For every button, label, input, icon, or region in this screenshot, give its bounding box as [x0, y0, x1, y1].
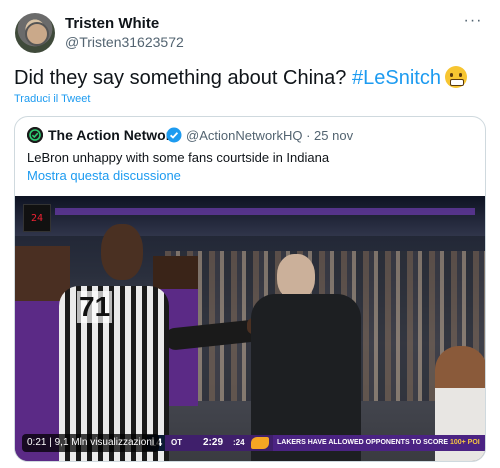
- shot-clock: :24: [233, 438, 245, 447]
- arena-ribbon-board: [55, 208, 475, 215]
- game-quarter: OT: [171, 438, 183, 447]
- action-network-logo-icon: [27, 127, 43, 143]
- author-avatar[interactable]: [15, 13, 55, 53]
- arena-scoreboard-icon: 24: [23, 204, 51, 232]
- verified-badge-icon: [166, 127, 182, 143]
- referee-number: 71: [77, 291, 113, 323]
- lakers-logo-icon: [251, 437, 269, 449]
- score-bug: OT 2:29 :24 LAKERS HAVE ALLOWED OPPONENT…: [165, 435, 485, 451]
- quoted-author-avatar: [27, 127, 43, 143]
- referee-head: [101, 224, 143, 280]
- quoted-tweet-card[interactable]: The Action Network @ActionNetworkHQ · 25…: [14, 116, 486, 462]
- arena-ceiling: [15, 196, 485, 236]
- tweet-text: Did they say something about China? #LeS…: [14, 66, 467, 90]
- hashtag-link[interactable]: #LeSnitch: [352, 67, 441, 89]
- video-time-views: 0:21 | 9,1 Mln visualizzazioni: [22, 434, 160, 452]
- author-name[interactable]: Tristen White: [65, 15, 159, 32]
- translate-tweet-link[interactable]: Traduci il Tweet: [14, 93, 90, 105]
- banner-highlight: 100+ POI: [449, 439, 480, 446]
- grimacing-face-emoji-icon: [444, 66, 467, 88]
- quoted-author-name: The Action Network: [48, 127, 179, 143]
- tweet: Tristen White @Tristen31623572 ··· Did t…: [0, 0, 500, 468]
- quoted-author-handle-date: @ActionNetworkHQ · 25 nov: [186, 128, 354, 143]
- score-bug-banner: LAKERS HAVE ALLOWED OPPONENTS TO SCORE 1…: [273, 435, 485, 451]
- banner-text: LAKERS HAVE ALLOWED OPPONENTS TO SCORE: [277, 439, 450, 446]
- video-player[interactable]: 24 71 14 OT 2:29 :24 LAKERS HAVE ALLOWED…: [15, 196, 485, 461]
- show-discussion-link[interactable]: Mostra questa discussione: [27, 168, 181, 183]
- game-clock: 2:29: [203, 437, 224, 448]
- author-handle[interactable]: @Tristen31623572: [65, 34, 184, 50]
- quoted-tweet-text: LeBron unhappy with some fans courtside …: [27, 150, 330, 165]
- more-options-button[interactable]: ···: [460, 10, 486, 36]
- tweet-text-body: Did they say something about China?: [14, 67, 352, 89]
